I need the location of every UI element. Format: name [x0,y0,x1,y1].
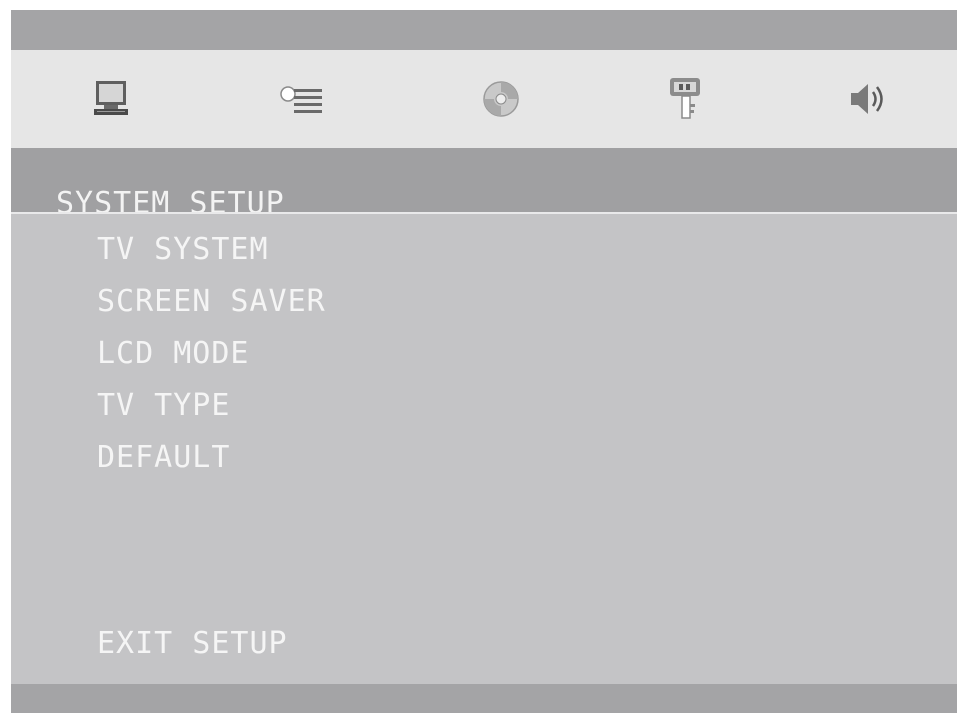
tab-disc[interactable] [471,72,531,126]
tab-password[interactable] [656,72,716,126]
menu-item-lcd-mode[interactable]: LCD MODE [97,336,250,371]
menu-item-tv-type[interactable]: TV TYPE [97,388,230,423]
bottom-bar [11,684,957,713]
setup-tab-bar [11,50,957,148]
monitor-icon [94,81,128,115]
menu-item-default[interactable]: DEFAULT [97,440,230,475]
menu-item-tv-system[interactable]: TV SYSTEM [97,232,269,267]
password-key-icon [670,78,700,119]
exit-setup-button[interactable]: EXIT SETUP [97,626,288,661]
menu-item-screen-saver[interactable]: SCREEN SAVER [97,284,326,319]
language-list-icon [280,86,322,113]
speaker-icon [851,84,883,114]
top-bar [11,10,957,50]
menu-panel: TV SYSTEM SCREEN SAVER LCD MODE TV TYPE … [11,214,957,684]
tab-language[interactable] [273,72,333,126]
tab-system[interactable] [81,72,141,126]
setup-window: SYSTEM SETUP TV SYSTEM SCREEN SAVER LCD … [11,10,957,713]
tab-speaker[interactable] [837,72,897,126]
disc-icon [483,81,519,117]
section-header: SYSTEM SETUP [11,148,957,221]
